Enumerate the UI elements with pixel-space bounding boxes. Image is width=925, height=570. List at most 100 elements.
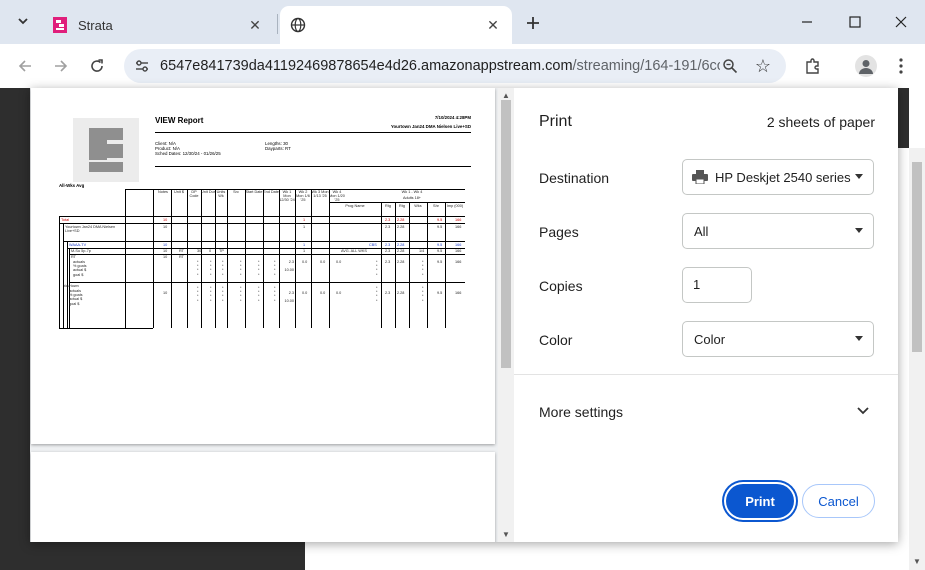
- cell: 0: [209, 249, 212, 253]
- tab-title: Strata: [78, 17, 113, 33]
- extensions-button[interactable]: [801, 54, 825, 78]
- col-header: Rtg: [385, 204, 391, 208]
- cancel-button[interactable]: Cancel: [802, 484, 875, 518]
- reload-button[interactable]: [85, 54, 109, 78]
- cell: 10: [163, 243, 168, 247]
- color-select[interactable]: Color: [682, 321, 874, 357]
- row-sublabels: actuals % goals actual $ goal $: [73, 260, 87, 277]
- row-label: M-Su 5p-7p: [71, 249, 91, 253]
- browser-toolbar: 6547e841739da41192469878654e4d26.amazona…: [0, 44, 925, 88]
- col-header: Src: [233, 190, 239, 194]
- cell: * * * *: [222, 286, 224, 303]
- cell: * * * *: [210, 260, 212, 277]
- site-info-icon[interactable]: [132, 56, 152, 76]
- settings-divider: [514, 374, 898, 375]
- row-sublabels: actuals % goals actual $ goal $: [69, 289, 83, 306]
- caret-down-icon: [855, 336, 863, 341]
- page-scrollbar[interactable]: ▼: [909, 148, 925, 570]
- strata-logo-icon: [52, 17, 68, 33]
- cell: 2.3: [385, 218, 391, 222]
- address-bar[interactable]: 6547e841739da41192469878654e4d26.amazona…: [124, 49, 786, 83]
- cell: 1: [303, 225, 306, 229]
- col-header: Start Date: [245, 190, 263, 194]
- pages-value: All: [694, 224, 709, 239]
- pages-select[interactable]: All: [682, 213, 874, 249]
- url-path: /streaming/164-191/6ccf...: [572, 58, 720, 74]
- cell: * * * *: [258, 260, 260, 277]
- back-button[interactable]: [13, 54, 37, 78]
- more-settings-toggle[interactable]: More settings: [539, 404, 623, 420]
- table-rule: [187, 189, 188, 328]
- scroll-up-arrow-icon[interactable]: ▲: [502, 91, 510, 100]
- table-rule: [395, 202, 396, 328]
- bookmark-star-icon[interactable]: ☆: [752, 55, 774, 77]
- col-header: Notes: [158, 190, 168, 194]
- table-rule: [279, 189, 280, 328]
- cell: 2.3 10.00: [284, 260, 294, 273]
- col-header: Units Wk: [216, 190, 226, 199]
- col-header: Imp (000): [446, 204, 464, 208]
- destination-value: HP Deskjet 2540 series: [715, 170, 851, 185]
- tab-appstream[interactable]: ✕: [280, 6, 512, 44]
- report-sched-dates: Sched Dates: 12/30/24 - 01/26/25: [155, 151, 221, 156]
- scroll-down-arrow-icon[interactable]: ▼: [502, 530, 510, 539]
- printer-icon: [692, 170, 708, 185]
- tab-search-button[interactable]: [10, 8, 36, 34]
- col-header: Shr: [433, 204, 439, 208]
- cell: 2.28: [397, 260, 405, 264]
- url-text[interactable]: 6547e841739da41192469878654e4d26.amazona…: [160, 49, 720, 83]
- profile-button[interactable]: [854, 54, 878, 78]
- report-title: VIEW Report: [155, 116, 204, 125]
- close-window-button[interactable]: [889, 10, 913, 34]
- tab-strata[interactable]: Strata ✕: [42, 6, 274, 44]
- cell: 30: [197, 249, 202, 253]
- cell: 1/4: [419, 249, 425, 253]
- table-rule: [171, 189, 172, 328]
- scroll-down-arrow-icon[interactable]: ▼: [913, 557, 921, 566]
- minimize-button[interactable]: [795, 10, 819, 34]
- table-rule: [445, 202, 446, 328]
- page-scrollbar-thumb[interactable]: [912, 162, 922, 352]
- cell: 1: [303, 218, 306, 222]
- row-label: Yourtown Jan24 DMA Nielsen Live+SD: [65, 225, 116, 234]
- print-button[interactable]: Print: [726, 484, 794, 518]
- color-value: Color: [694, 332, 726, 347]
- cell: * * * *: [422, 286, 424, 303]
- menu-button[interactable]: [889, 54, 913, 78]
- copies-input[interactable]: 1: [682, 267, 752, 303]
- chevron-down-icon[interactable]: [854, 402, 872, 420]
- row-label: RT: [71, 255, 76, 259]
- cell: 2.28: [397, 225, 405, 229]
- cell: AVG. ALL WKS: [341, 249, 367, 253]
- report-market: Yourtown Jan24 DMA Nielsen Live+SD: [390, 124, 471, 129]
- maximize-button[interactable]: [843, 10, 867, 34]
- destination-select[interactable]: HP Deskjet 2540 series: [682, 159, 874, 195]
- cell: 10: [163, 291, 168, 295]
- cell: 2.3: [385, 260, 391, 264]
- cell: 2.3: [385, 225, 391, 229]
- preview-page-1: VIEW Report 7/10/2024 4:28PM Yourtown Ja…: [31, 88, 495, 444]
- preview-scrollbar[interactable]: ▲ ▼: [498, 88, 514, 542]
- close-tab-icon[interactable]: ✕: [246, 16, 264, 34]
- col-header: Unit Dur: [201, 190, 215, 194]
- cell: 2.3: [385, 291, 391, 295]
- cell: * * * *: [422, 260, 424, 277]
- close-tab-icon[interactable]: ✕: [484, 16, 502, 34]
- print-preview: VIEW Report 7/10/2024 4:28PM Yourtown Ja…: [30, 88, 514, 542]
- page-dark-region: [898, 88, 909, 148]
- table-rule: [311, 189, 312, 328]
- forward-button[interactable]: [49, 54, 73, 78]
- col-header: Wk 3 Mon 1/13 '25: [311, 190, 329, 199]
- preview-scrollbar-thumb[interactable]: [501, 100, 511, 368]
- cell: 9.5: [437, 218, 443, 222]
- caret-down-icon: [855, 228, 863, 233]
- url-host: 6547e841739da41192469878654e4d26.amazona…: [160, 58, 573, 74]
- table-rule: [63, 241, 465, 242]
- print-settings-panel: Print 2 sheets of paper Destination HP D…: [514, 88, 898, 542]
- col-header: Wk 4 Mon 1/20 '25: [329, 190, 345, 203]
- col-header: Unit $: [174, 190, 184, 194]
- zoom-icon[interactable]: [720, 56, 740, 76]
- table-rule: [125, 189, 126, 328]
- new-tab-button[interactable]: [522, 12, 544, 34]
- cell: TP: [219, 249, 224, 253]
